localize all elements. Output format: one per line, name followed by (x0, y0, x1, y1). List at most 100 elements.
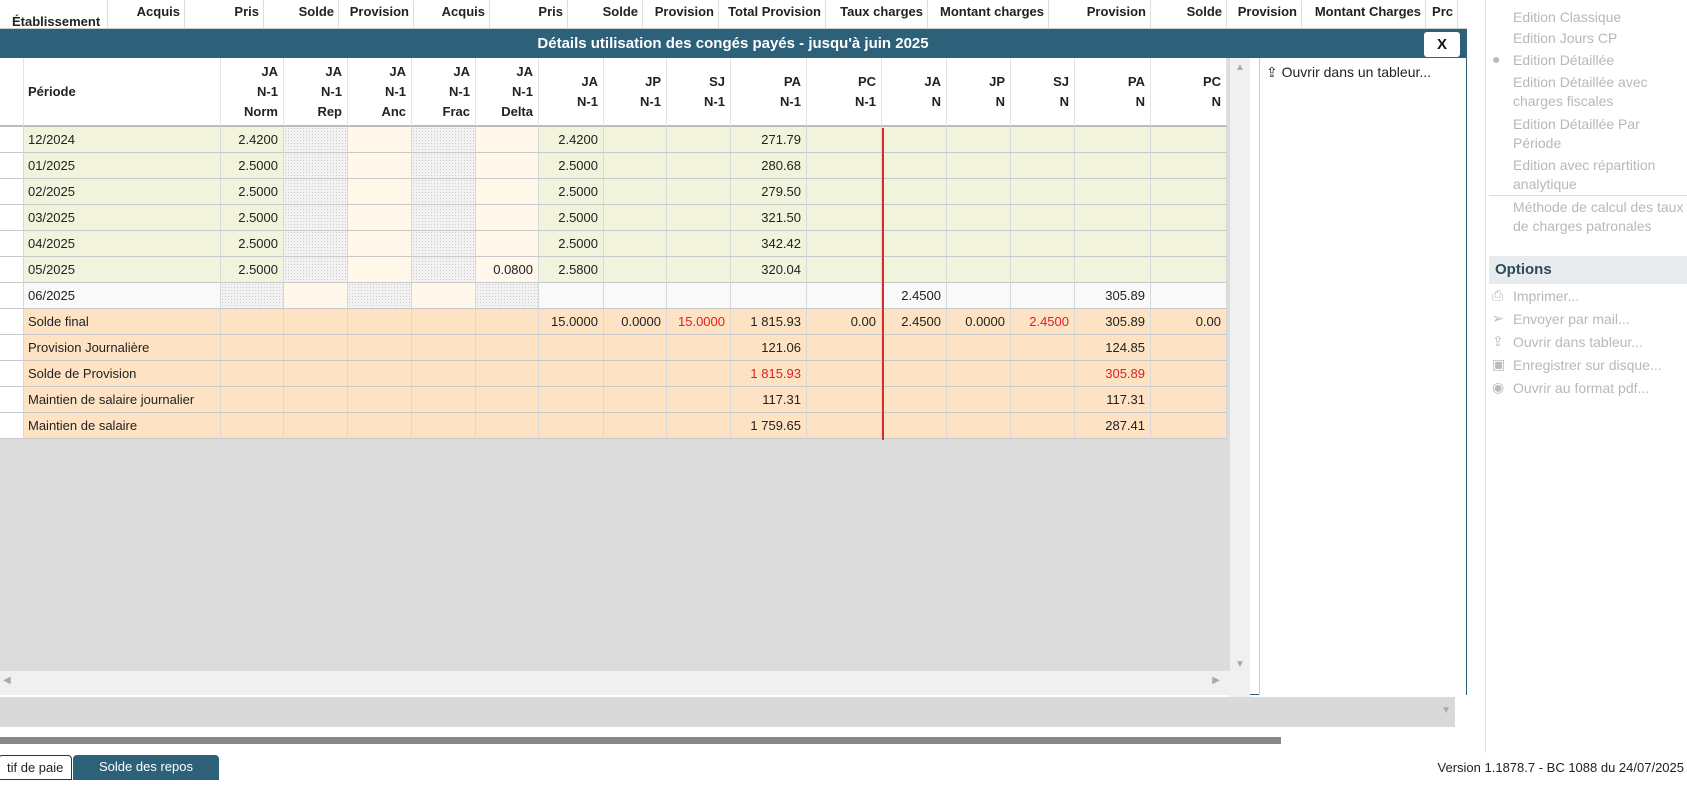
option-1[interactable]: Envoyer par mail... (1513, 310, 1687, 329)
table-cell[interactable] (1011, 231, 1075, 257)
table-cell[interactable] (882, 413, 947, 439)
table-cell[interactable] (947, 283, 1011, 309)
page-horizontal-scrollbar[interactable] (0, 737, 1281, 744)
background-column-header[interactable]: Provision (1227, 0, 1302, 29)
table-cell[interactable] (667, 413, 731, 439)
table-cell[interactable] (604, 127, 667, 153)
table-cell[interactable]: 2.5000 (221, 231, 284, 257)
table-cell[interactable] (284, 283, 348, 309)
table-cell[interactable] (476, 283, 539, 309)
table-cell[interactable] (476, 335, 539, 361)
table-cell[interactable]: 342.42 (731, 231, 807, 257)
table-cell[interactable]: 2.5000 (221, 179, 284, 205)
table-cell[interactable] (882, 361, 947, 387)
row-label[interactable]: Provision Journalière (24, 335, 221, 361)
table-cell[interactable] (807, 127, 882, 153)
table-cell[interactable] (476, 127, 539, 153)
row-indicator[interactable] (0, 127, 24, 153)
row-label[interactable]: 12/2024 (24, 127, 221, 153)
edition-option-5[interactable]: Edition avec répartition analytique (1513, 156, 1687, 194)
table-cell[interactable] (348, 205, 412, 231)
table-cell[interactable] (476, 205, 539, 231)
table-cell[interactable] (1011, 387, 1075, 413)
table-cell[interactable] (882, 257, 947, 283)
row-label[interactable]: 05/2025 (24, 257, 221, 283)
table-cell[interactable] (947, 205, 1011, 231)
table-cell[interactable] (807, 361, 882, 387)
background-column-header[interactable]: Montant Charges (1302, 0, 1426, 29)
table-cell[interactable] (667, 361, 731, 387)
table-cell[interactable] (667, 387, 731, 413)
table-cell[interactable] (221, 335, 284, 361)
table-cell[interactable]: 305.89 (1075, 309, 1151, 335)
table-cell[interactable] (476, 309, 539, 335)
table-cell[interactable] (667, 127, 731, 153)
table-cell[interactable] (604, 153, 667, 179)
table-cell[interactable]: 15.0000 (539, 309, 604, 335)
table-cell[interactable]: 121.06 (731, 335, 807, 361)
column-header[interactable]: JA N-1 Anc (348, 58, 412, 127)
background-column-header[interactable]: Établissement (0, 0, 108, 29)
row-label[interactable]: Maintien de salaire (24, 413, 221, 439)
table-cell[interactable] (348, 283, 412, 309)
table-cell[interactable] (1075, 231, 1151, 257)
background-column-header[interactable]: Provision (643, 0, 719, 29)
table-cell[interactable] (284, 309, 348, 335)
table-cell[interactable] (604, 413, 667, 439)
table-cell[interactable]: 117.31 (1075, 387, 1151, 413)
table-cell[interactable] (947, 413, 1011, 439)
table-cell[interactable]: 0.00 (807, 309, 882, 335)
column-header[interactable]: PC N (1151, 58, 1227, 127)
row-label[interactable]: Solde final (24, 309, 221, 335)
table-cell[interactable] (1151, 335, 1227, 361)
column-header[interactable]: JA N-1 Delta (476, 58, 539, 127)
table-cell[interactable]: 2.5000 (221, 257, 284, 283)
background-column-header[interactable]: Acquis (414, 0, 490, 29)
table-cell[interactable] (667, 153, 731, 179)
table-cell[interactable] (284, 179, 348, 205)
table-cell[interactable] (947, 387, 1011, 413)
tab-bulletin-paie[interactable]: tif de paie (0, 755, 73, 780)
background-column-header[interactable]: Pris (490, 0, 568, 29)
column-header[interactable]: JA N-1 Rep (284, 58, 348, 127)
row-indicator[interactable] (0, 179, 24, 205)
background-column-header[interactable]: Provision (339, 0, 414, 29)
table-cell[interactable]: 2.5000 (539, 231, 604, 257)
table-cell[interactable] (348, 387, 412, 413)
open-spreadsheet-link[interactable]: ⇪ Ouvrir dans un tableur... (1266, 64, 1431, 81)
table-cell[interactable] (1151, 205, 1227, 231)
table-cell[interactable]: 1 815.93 (731, 309, 807, 335)
row-indicator[interactable] (0, 335, 24, 361)
table-cell[interactable] (412, 179, 476, 205)
table-cell[interactable] (539, 413, 604, 439)
table-cell[interactable]: 2.4200 (221, 127, 284, 153)
table-cell[interactable] (1151, 283, 1227, 309)
table-cell[interactable]: 124.85 (1075, 335, 1151, 361)
table-cell[interactable] (1011, 127, 1075, 153)
table-cell[interactable] (1011, 179, 1075, 205)
table-cell[interactable]: 2.5000 (539, 153, 604, 179)
background-column-header[interactable]: Montant charges (928, 0, 1049, 29)
table-cell[interactable] (604, 179, 667, 205)
table-cell[interactable] (882, 205, 947, 231)
table-cell[interactable] (1151, 231, 1227, 257)
table-cell[interactable] (1011, 257, 1075, 283)
table-cell[interactable] (1075, 205, 1151, 231)
table-cell[interactable] (221, 361, 284, 387)
table-cell[interactable]: 1 815.93 (731, 361, 807, 387)
table-cell[interactable] (667, 283, 731, 309)
close-button[interactable]: X (1424, 32, 1460, 57)
table-cell[interactable]: 117.31 (731, 387, 807, 413)
table-cell[interactable] (476, 231, 539, 257)
edition-option-0[interactable]: Edition Classique (1513, 8, 1687, 27)
table-cell[interactable] (604, 335, 667, 361)
table-cell[interactable] (412, 335, 476, 361)
table-cell[interactable] (1011, 153, 1075, 179)
table-cell[interactable] (476, 413, 539, 439)
edition-option-4[interactable]: Edition Détaillée Par Période (1513, 115, 1687, 153)
table-cell[interactable] (604, 387, 667, 413)
edition-option-2[interactable]: Edition Détaillée (1513, 51, 1687, 70)
scroll-up-icon[interactable]: ▲ (1230, 62, 1250, 73)
table-cell[interactable] (947, 179, 1011, 205)
table-cell[interactable] (807, 153, 882, 179)
